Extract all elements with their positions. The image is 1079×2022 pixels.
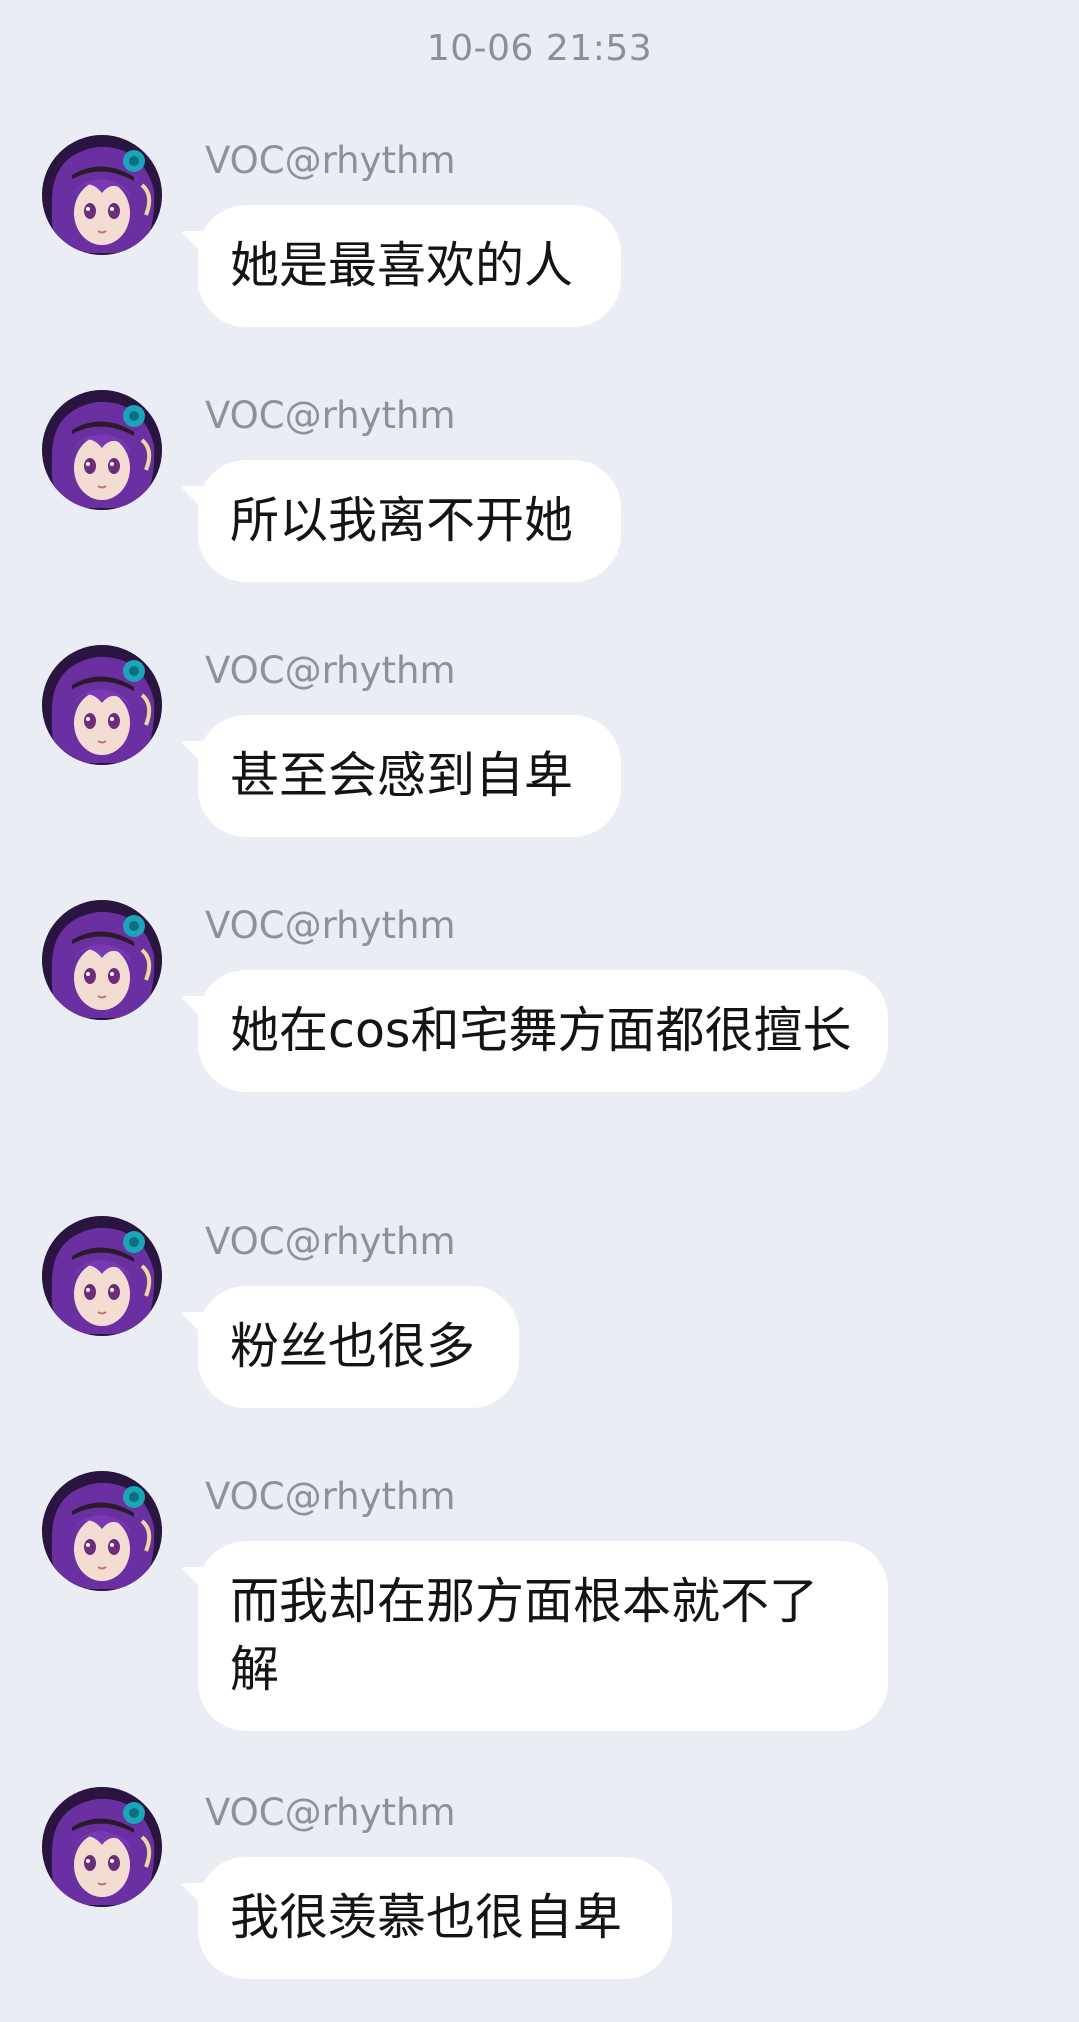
anime-avatar-icon[interactable]: [42, 1787, 162, 1907]
sender-name: VOC@rhythm: [205, 1791, 456, 1834]
anime-avatar-icon[interactable]: [42, 1216, 162, 1336]
anime-avatar-icon[interactable]: [42, 390, 162, 510]
message-bubble[interactable]: 她在cos和宅舞方面都很擅长: [198, 970, 888, 1092]
anime-avatar-icon[interactable]: [42, 645, 162, 765]
sender-name: VOC@rhythm: [205, 1475, 456, 1518]
sender-name: VOC@rhythm: [205, 649, 456, 692]
sender-name: VOC@rhythm: [205, 904, 456, 947]
message-bubble[interactable]: 而我却在那方面根本就不了解: [198, 1541, 888, 1731]
sender-name: VOC@rhythm: [205, 394, 456, 437]
sender-name: VOC@rhythm: [205, 139, 456, 182]
message-bubble[interactable]: 我很羡慕也很自卑: [198, 1857, 672, 1979]
message-bubble[interactable]: 甚至会感到自卑: [198, 715, 621, 837]
message-bubble[interactable]: 粉丝也很多: [198, 1286, 519, 1408]
message-bubble[interactable]: 所以我离不开她: [198, 460, 621, 582]
chat-timestamp: 10-06 21:53: [426, 28, 653, 69]
anime-avatar-icon[interactable]: [42, 1471, 162, 1591]
anime-avatar-icon[interactable]: [42, 900, 162, 1020]
sender-name: VOC@rhythm: [205, 1220, 456, 1263]
message-bubble[interactable]: 她是最喜欢的人: [198, 205, 621, 327]
anime-avatar-icon[interactable]: [42, 135, 162, 255]
